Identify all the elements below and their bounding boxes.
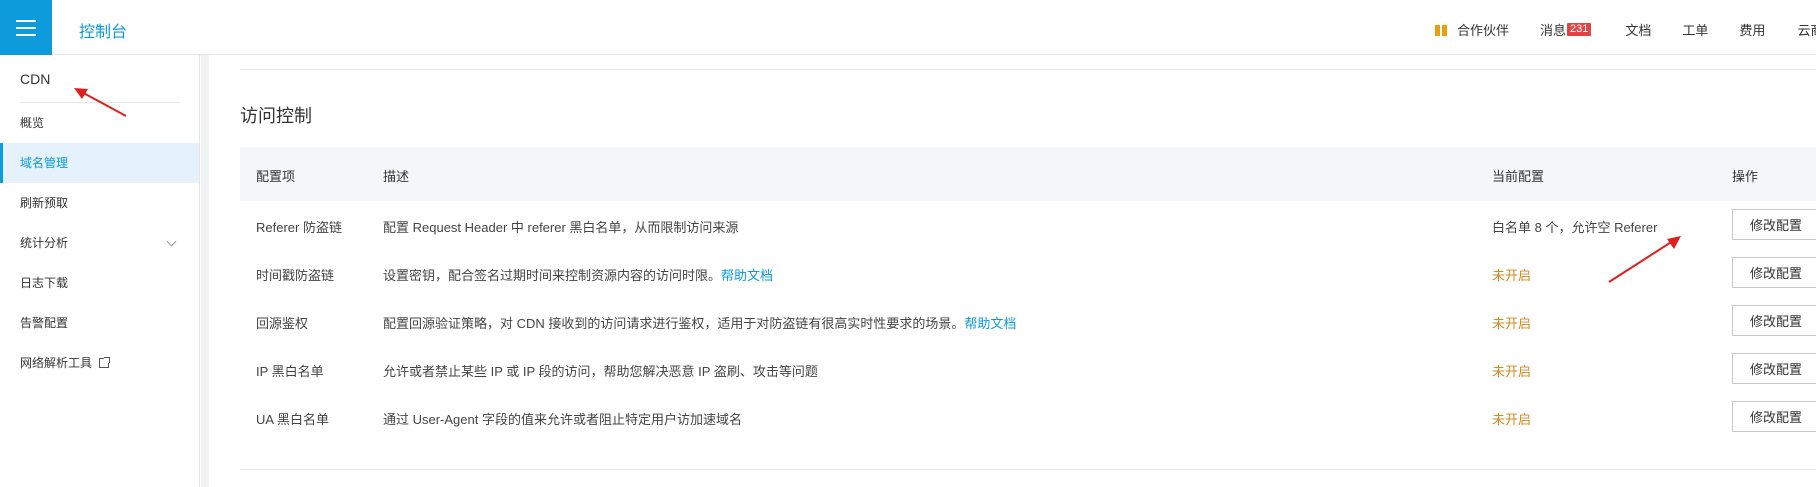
nav-billing[interactable]: 费用 [1739,20,1765,39]
row-status: 未开启 [1492,316,1532,331]
row-name: UA 黑白名单 [256,412,329,427]
modify-config-button[interactable]: 修改配置 [1732,209,1816,240]
col-header-action: 操作 [1732,169,1759,184]
chevron-down-icon [166,236,177,247]
row-desc: 通过 User-Agent 字段的值来允许或者阻止特定用户访加速域名 [383,412,742,427]
table-row: 回源鉴权 配置回源验证策略，对 CDN 接收到的访问请求进行鉴权，适用于对防盗链… [240,297,1816,345]
table-row: Referer 防盗链 配置 Request Header 中 referer … [240,201,1816,249]
row-desc-wrap: 配置回源验证策略，对 CDN 接收到的访问请求进行鉴权，适用于对防盗链有很高实时… [383,313,1016,332]
modify-config-button[interactable]: 修改配置 [1732,305,1816,336]
row-desc-wrap: 设置密钥，配合签名过期时间来控制资源内容的访问时限。帮助文档 [383,265,773,284]
row-desc: 配置 Request Header 中 referer 黑白名单，从而限制访问来… [383,220,739,235]
modify-config-button[interactable]: 修改配置 [1732,353,1816,384]
row-status: 白名单 8 个，允许空 Referer [1492,220,1658,235]
col-header-desc: 描述 [383,169,410,184]
console-title[interactable]: 控制台 [79,18,127,42]
sidebar-title: CDN [20,71,51,87]
nav-messages-label: 消息 [1540,23,1567,38]
table-row: 时间戳防盗链 设置密钥，配合签名过期时间来控制资源内容的访问时限。帮助文档 未开… [240,249,1816,297]
nav-messages[interactable]: 消息 231 [1540,20,1592,39]
help-doc-link[interactable]: 帮助文档 [964,316,1016,331]
row-name: IP 黑白名单 [256,364,324,379]
external-link-icon [99,357,111,368]
row-desc: 允许或者禁止某些 IP 或 IP 段的访问，帮助您解决恶意 IP 盗刷、攻击等问… [383,364,818,379]
access-control-table: 配置项 描述 当前配置 操作 Referer 防盗链 配置 Request He… [240,147,1816,441]
col-header-current: 当前配置 [1492,169,1545,184]
section-title: 访问控制 [240,106,312,126]
messages-badge: 231 [1567,23,1592,36]
content-gutter [201,55,209,487]
nav-partner-label: 合作伙伴 [1457,23,1510,38]
nav-docs[interactable]: 文档 [1625,20,1651,39]
nav-cloud[interactable]: 云商 [1797,20,1816,39]
nav-partner[interactable]: 合作伙伴 [1435,20,1509,39]
sidebar-item-domains[interactable]: 域名管理 [0,143,199,183]
help-doc-link[interactable]: 帮助文档 [721,268,773,283]
col-header-item: 配置项 [256,169,296,184]
row-name: Referer 防盗链 [256,220,342,235]
row-status: 未开启 [1492,268,1532,283]
menu-icon[interactable] [0,0,52,55]
sidebar-item-alerts[interactable]: 告警配置 [0,303,199,343]
row-desc: 设置密钥，配合签名过期时间来控制资源内容的访问时限。 [383,268,722,283]
row-name: 回源鉴权 [256,316,309,331]
sidebar: CDN 概览 域名管理 刷新预取 统计分析 日志下载 告警配置 网络解析工具 [0,55,200,487]
sidebar-item-logs[interactable]: 日志下载 [0,263,199,303]
modify-config-button[interactable]: 修改配置 [1732,401,1816,432]
sidebar-item-dns-tool-label: 网络解析工具 [20,356,93,370]
table-header: 配置项 描述 当前配置 操作 [240,147,1816,201]
top-nav: 合作伙伴 消息 231 文档 工单 费用 云商 [1435,20,1816,39]
row-desc: 配置回源验证策略，对 CDN 接收到的访问请求进行鉴权，适用于对防盗链有很高实时… [383,316,965,331]
table-row: IP 黑白名单 允许或者禁止某些 IP 或 IP 段的访问，帮助您解决恶意 IP… [240,345,1816,393]
main-content: 访问控制 配置项 描述 当前配置 操作 Referer 防盗链 配置 Reque… [209,55,1816,487]
row-status: 未开启 [1492,364,1532,379]
top-header: 控制台 合作伙伴 消息 231 文档 工单 费用 云商 [0,0,1816,55]
sidebar-item-stats[interactable]: 统计分析 [0,223,199,263]
sidebar-item-dns-tool[interactable]: 网络解析工具 [0,343,199,383]
nav-tickets[interactable]: 工单 [1682,20,1708,39]
modify-config-button[interactable]: 修改配置 [1732,257,1816,288]
divider-bottom [240,469,1816,470]
gift-icon [1435,23,1447,36]
row-name: 时间戳防盗链 [256,268,335,283]
table-row: UA 黑白名单 通过 User-Agent 字段的值来允许或者阻止特定用户访加速… [240,393,1816,441]
sidebar-item-refresh[interactable]: 刷新预取 [0,183,199,223]
sidebar-item-stats-label: 统计分析 [20,236,69,250]
divider-top [240,69,1816,70]
sidebar-item-overview[interactable]: 概览 [0,103,199,143]
row-status: 未开启 [1492,412,1532,427]
